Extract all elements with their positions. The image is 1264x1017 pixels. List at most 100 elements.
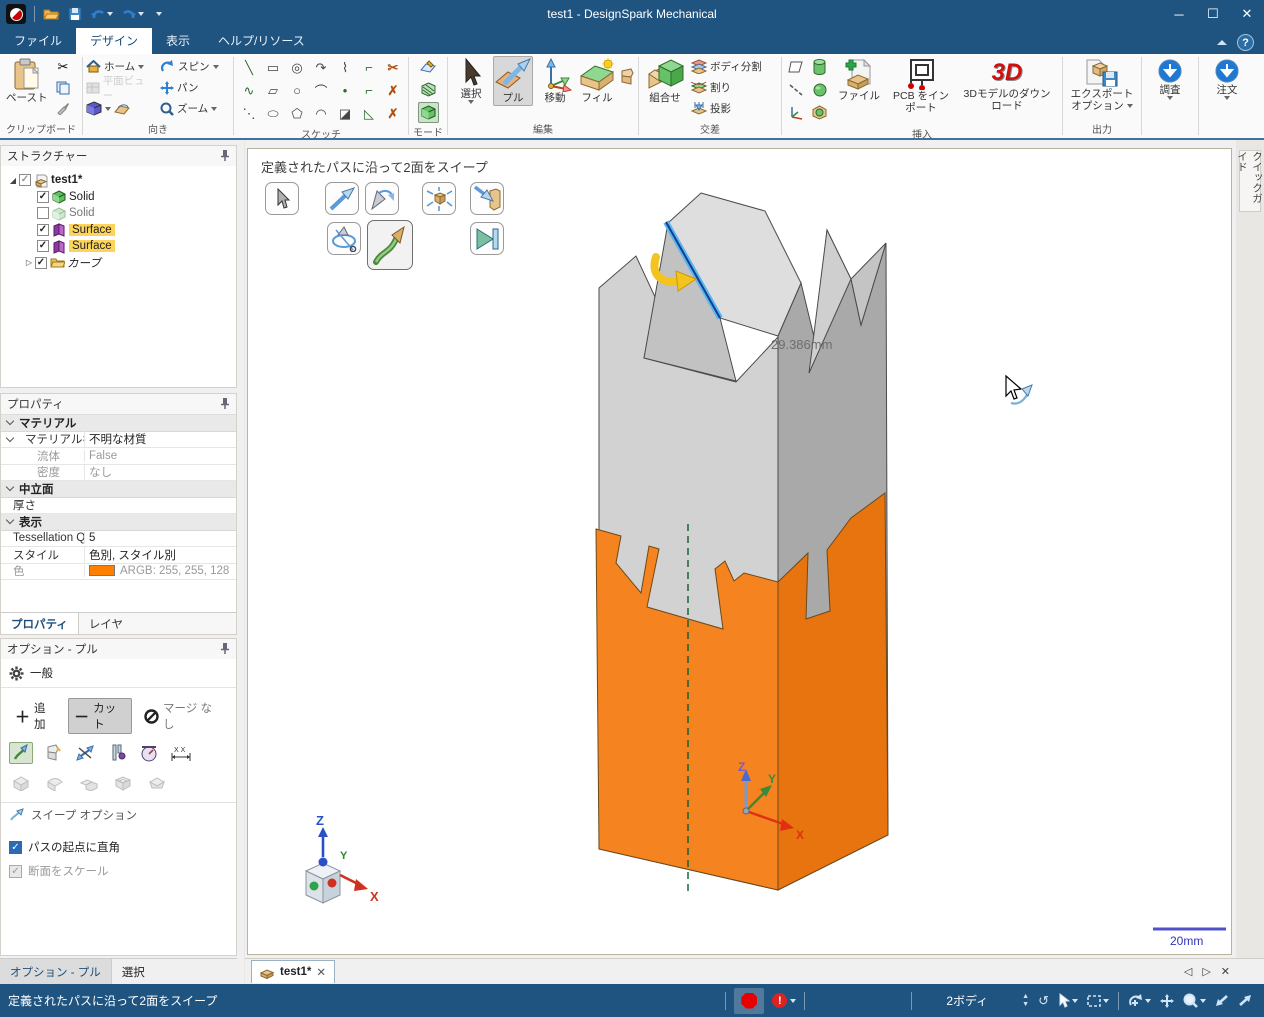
sketch-3pt-arc-icon[interactable]: ◠ [309,102,333,125]
item-checkbox[interactable] [35,256,47,269]
minitool-pull-direction[interactable] [325,182,359,215]
sketch-circle-icon[interactable]: ◎ [285,56,309,79]
format-painter-button[interactable] [52,98,73,119]
measure-option-button[interactable]: X X [169,742,193,764]
color-swatch[interactable] [89,565,115,577]
sketch-line-icon[interactable]: ╲ [237,56,261,79]
sketch-tangent-arc-icon[interactable]: ↷ [309,56,333,79]
insert-plane-button[interactable] [785,56,806,77]
tab-file[interactable]: ファイル [0,28,76,54]
sketch-fillet-icon[interactable]: ⌐ [357,56,381,79]
prop-style[interactable]: スタイル 色別, スタイル別 [1,546,236,564]
tab-help[interactable]: ヘルプ/リソース [204,28,319,54]
sketch-rectangle-icon[interactable]: ▭ [261,56,285,79]
item-checkbox[interactable] [37,190,49,203]
section-neutral[interactable]: 中立面 [1,481,236,498]
collapse-ribbon-button[interactable] [1217,40,1227,45]
select-cursor-tool[interactable] [1058,993,1078,1008]
sweep-options-section[interactable]: スイープ オプション [1,803,236,827]
section-mode-button[interactable] [418,79,439,100]
zoom-button[interactable]: ズーム [160,98,218,119]
pan-button[interactable]: パン [160,77,199,98]
zoom-in-arrow-icon[interactable] [1238,994,1252,1007]
select-caret[interactable] [468,100,474,105]
sketch-fill-region-icon[interactable]: ◪ [333,102,357,125]
move-tool-button[interactable]: 移動 [535,56,575,106]
tree-item-curves[interactable]: ▷ カーブ [7,255,236,272]
pin-icon[interactable] [220,642,230,657]
item-checkbox[interactable] [37,207,49,220]
import-pcb-button[interactable]: PCB をインポート [885,56,957,116]
item-checkbox[interactable] [37,223,49,236]
checkbox-checked[interactable]: ✓ [9,840,22,854]
revolve-option-button[interactable] [41,742,65,764]
sketch-polygon-icon[interactable]: ⬠ [285,102,309,125]
pin-icon[interactable] [220,397,230,412]
prop-thickness[interactable]: 厚さ [1,498,236,514]
tab-layers[interactable]: レイヤ [79,613,133,634]
general-section[interactable]: 一般 [1,659,236,688]
sketch-3pt-rectangle-icon[interactable]: ▱ [261,79,285,102]
view-orientation-cube[interactable]: Z Y X [304,813,379,904]
model-canvas[interactable]: 定義されたパスに沿って2面をスイープ 29.386mm Z Y X Z Y X … [247,148,1232,955]
pull-cut-toggle[interactable]: －カット [68,698,133,734]
sketch-spline-icon[interactable]: ∿ [237,79,261,102]
minimize-button[interactable]: ─ [1162,2,1196,26]
expand-icon[interactable]: ▷ [23,258,35,267]
prop-tessellation[interactable]: Tessellation Qua 5 [1,531,236,547]
zoom-out-arrow-icon[interactable] [1215,994,1229,1007]
export-caret[interactable] [1126,104,1133,109]
fill-tool-button[interactable]: フィル [577,56,617,106]
section-display[interactable]: 表示 [1,514,236,531]
solid-mode-button[interactable] [417,102,439,123]
tree-root[interactable]: ◢ test1* [7,172,236,189]
sketch-trim-icon[interactable]: ✂ [381,56,405,79]
insert-line-button[interactable] [785,79,806,100]
tab-options-pull[interactable]: オプション - プル [0,959,112,984]
error-indicator[interactable]: ! [772,993,797,1008]
check-perpendicular[interactable]: ✓ パスの起点に直角 [1,835,236,859]
pull-tool-button[interactable]: プル [493,56,533,107]
spin-stepper-icon[interactable]: ▲ ▼ [1022,993,1029,1008]
prev-tab-arrow[interactable]: ◁ [1184,965,1192,978]
root-checkbox[interactable] [19,174,31,187]
sketch-delete-icon[interactable]: ✗ [381,102,405,125]
sweep-option-button[interactable] [9,742,33,764]
close-tab-icon[interactable]: ✕ [316,965,326,979]
prop-material-name[interactable]: マテリアル名 不明な材質 [1,431,236,448]
download-3d-model-button[interactable]: 3D 3Dモデルのダウンロード [959,56,1055,114]
order-caret[interactable] [1224,96,1230,101]
spin-caret[interactable] [212,64,219,69]
tree-item-surface-2[interactable]: Surface [7,238,236,255]
sketch-3pt-circle-icon[interactable]: ○ [285,79,309,102]
minitool-pivot-edge[interactable] [365,182,399,215]
sketch-chamfer-icon[interactable]: ⌐ [357,79,381,102]
combine-button[interactable]: 組合せ [642,56,688,106]
insert-file-button[interactable]: ファイル [835,56,883,104]
insert-origin-button[interactable] [809,102,830,123]
selection-box-tool[interactable] [1087,994,1109,1007]
investigate-caret[interactable] [1167,96,1173,101]
both-sides-option-button[interactable] [73,742,97,764]
spin-button[interactable]: スピン [160,56,219,77]
next-tab-arrow[interactable]: ▷ [1202,965,1210,978]
sketch-split-icon[interactable]: ✗ [381,79,405,102]
insert-sphere-button[interactable] [809,79,830,100]
sketch-ellipse-icon[interactable]: ⬭ [261,102,285,125]
tree-item-solid-2[interactable]: Solid [7,205,236,222]
minitool-revolve[interactable] [327,222,361,255]
close-button[interactable]: ✕ [1230,2,1264,26]
project-button[interactable]: 投影 [690,98,762,119]
cut-button[interactable]: ✂ [52,56,73,77]
zoom-view-tool[interactable] [1183,993,1206,1008]
ruler-option-button[interactable] [105,742,129,764]
pin-icon[interactable] [220,149,230,164]
split-face-button[interactable]: 割り [690,77,762,98]
undo-view-icon[interactable]: ↺ [1038,993,1049,1009]
tree-item-surface-1[interactable]: Surface [7,222,236,239]
sketch-point-icon[interactable]: • [333,79,357,102]
order-button[interactable]: 注文 [1207,56,1247,102]
section-material[interactable]: マテリアル [1,415,236,432]
item-checkbox[interactable] [37,240,49,253]
gauge-option-button[interactable] [137,742,161,764]
